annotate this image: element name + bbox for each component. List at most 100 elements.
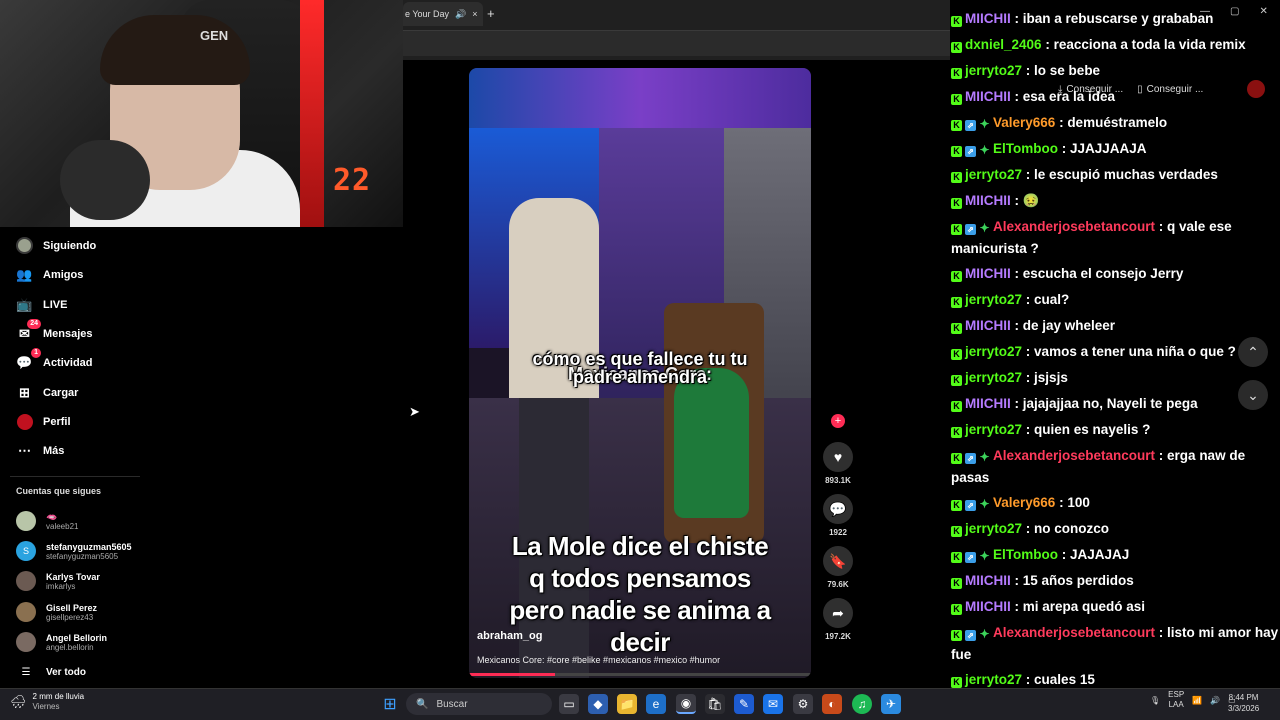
chat-username[interactable]: MIICHII (965, 599, 1011, 614)
see-all-link[interactable]: ☰ Ver todo (16, 667, 87, 678)
avatar: S (16, 541, 36, 561)
chat-separator: : (1022, 344, 1035, 359)
sidebar-item-mas[interactable]: ⋯ Más (16, 442, 64, 459)
chat-username[interactable]: MIICHII (965, 573, 1011, 588)
chat-username[interactable]: Alexanderjosebetancourt (993, 219, 1155, 234)
app-icon-3[interactable]: ✈ (881, 694, 901, 714)
speaker-icon[interactable]: 🔊 (455, 9, 466, 20)
store-icon[interactable]: 🛍 (705, 694, 725, 714)
chat-username[interactable]: jerryto27 (965, 344, 1022, 359)
profile-avatar[interactable] (1247, 80, 1266, 98)
following-account[interactable]: 🫦 valeeb21 (16, 511, 78, 531)
chat-username[interactable]: MIICHII (965, 89, 1011, 104)
search-icon: 🔍 (416, 698, 429, 710)
sidebar-item-siguiendo[interactable]: Siguiendo (16, 237, 96, 254)
new-tab-icon[interactable]: + (487, 6, 495, 21)
get-app-button[interactable]: ⤓ Conseguir ... (1058, 80, 1123, 98)
chat-message: Kjerryto27 : quien es nayelis ? (950, 419, 1280, 441)
settings-icon[interactable]: ⚙ (793, 694, 813, 714)
chat-username[interactable]: MIICHII (965, 193, 1011, 208)
app-icon[interactable]: ✎ (734, 694, 754, 714)
get-app-label: Conseguir ... (1146, 83, 1204, 95)
browser-tab[interactable]: e Your Day 🔊 × (403, 2, 483, 26)
weather-widget[interactable]: 🌧 2 mm de lluvia Viernes (10, 692, 84, 712)
chat-username[interactable]: Alexanderjosebetancourt (993, 625, 1155, 640)
sidebar-item-amigos[interactable]: 👥 Amigos (16, 266, 83, 283)
chat-username[interactable]: jerryto27 (965, 167, 1022, 182)
video-player[interactable]: Mexicanos Core: cómo es que fallece tu t… (469, 68, 811, 678)
taskbar-clock[interactable]: 8:44 PM 3/3/2026 (1228, 692, 1259, 714)
chrome-icon[interactable]: ◉ (676, 694, 696, 714)
close-icon[interactable]: × (472, 9, 477, 19)
chat-username[interactable]: jerryto27 (965, 63, 1022, 78)
kick-badge-icon: K (951, 16, 962, 27)
chat-username[interactable]: Alexanderjosebetancourt (993, 448, 1155, 463)
chat-username[interactable]: jerryto27 (965, 292, 1022, 307)
chat-username[interactable]: jerryto27 (965, 422, 1022, 437)
windows-start-icon[interactable]: ⊞ (380, 694, 400, 714)
following-account[interactable]: Gisell Perez gisellperez43 (16, 602, 97, 622)
follow-plus-button[interactable]: + (831, 414, 845, 428)
diamond-badge-icon: ✦ (979, 117, 990, 131)
chat-text: no conozco (1034, 521, 1110, 536)
chat-text: cual? (1034, 292, 1070, 307)
edge-icon[interactable]: e (646, 694, 666, 714)
share-button[interactable]: ➦ 197.2K (822, 598, 854, 641)
chat-username[interactable]: jerryto27 (965, 672, 1022, 687)
minimize-icon[interactable]: — (1200, 6, 1210, 17)
chat-separator: : (1058, 141, 1070, 156)
kick-badge-icon: K (951, 42, 962, 53)
avatar (16, 511, 36, 531)
chat-username[interactable]: ElTomboo (993, 141, 1058, 156)
task-view-icon[interactable]: ▭ (559, 694, 579, 714)
close-window-icon[interactable]: ✕ (1259, 6, 1267, 17)
following-account[interactable]: Angel Bellorin angel.bellorin (16, 632, 107, 652)
sidebar-item-live[interactable]: 📺 LIVE (16, 296, 67, 313)
chat-username[interactable]: Valery666 (993, 495, 1055, 510)
save-button[interactable]: 🔖 79.6K (822, 546, 854, 589)
maximize-icon[interactable]: ▢ (1230, 6, 1239, 17)
chat-username[interactable]: MIICHII (965, 266, 1011, 281)
kick-badge-icon: K (951, 172, 962, 183)
video-progress-bar[interactable] (469, 673, 811, 676)
scroll-up-button[interactable]: ⌃ (1238, 337, 1268, 367)
sidebar-item-perfil[interactable]: Perfil (16, 413, 71, 430)
comment-button[interactable]: 💬 1922 (822, 494, 854, 537)
chat-username[interactable]: Valery666 (993, 115, 1055, 130)
chat-username[interactable]: MIICHII (965, 318, 1011, 333)
chat-username[interactable]: MIICHII (965, 396, 1011, 411)
sidebar-item-actividad[interactable]: 💬 1 Actividad (16, 348, 93, 371)
address-bar[interactable] (403, 30, 950, 56)
chat-message: K MIICHII : jajajajjaa no, Nayeli te pega (950, 393, 1280, 415)
chat-separator: : (1022, 521, 1035, 536)
mic-icon[interactable]: 🎙 (1150, 696, 1160, 705)
volume-icon[interactable]: 🔊 (1210, 696, 1220, 705)
language-indicator[interactable]: ESP LAA (1168, 690, 1184, 710)
taskbar-search[interactable]: 🔍 Buscar (406, 693, 552, 715)
chat-separator: : (1055, 495, 1068, 510)
mail-icon[interactable]: ✉ (763, 694, 783, 714)
sidebar-item-mensajes[interactable]: ✉ 24 Mensajes (16, 319, 93, 342)
spotify-icon[interactable]: ♫ (852, 694, 872, 714)
kick-badge-icon: K (951, 271, 962, 282)
chat-username[interactable]: jerryto27 (965, 370, 1022, 385)
copilot-icon[interactable]: ◆ (588, 694, 608, 714)
get-app-button[interactable]: ▯ Conseguir ... (1137, 80, 1203, 98)
following-account[interactable]: Karlys Tovar imkarlys (16, 571, 100, 591)
chat-username[interactable]: jerryto27 (965, 521, 1022, 536)
chat-username[interactable]: ElTomboo (993, 547, 1058, 562)
sidebar-item-cargar[interactable]: ⊞ Cargar (16, 384, 78, 401)
activity-badge: 1 (31, 348, 41, 358)
video-description: Mexicanos Core: #core #belike #mexicanos… (477, 655, 721, 665)
wifi-icon[interactable]: 📶 (1192, 696, 1202, 705)
like-button[interactable]: ♥ 893.1K (822, 442, 854, 485)
app-icon-2[interactable]: ◐ (822, 694, 842, 714)
following-account[interactable]: S stefanyguzman5605 stefanyguzman5605 (16, 541, 132, 561)
file-explorer-icon[interactable]: 📁 (617, 694, 637, 714)
video-author[interactable]: abraham_og (477, 630, 542, 642)
chat-username[interactable]: MIICHII (965, 11, 1011, 26)
more-icon: ⋯ (18, 442, 31, 458)
chat-username[interactable]: dxniel_2406 (965, 37, 1042, 52)
scroll-down-button[interactable]: ⌄ (1238, 380, 1268, 410)
search-placeholder: Buscar (436, 698, 468, 710)
